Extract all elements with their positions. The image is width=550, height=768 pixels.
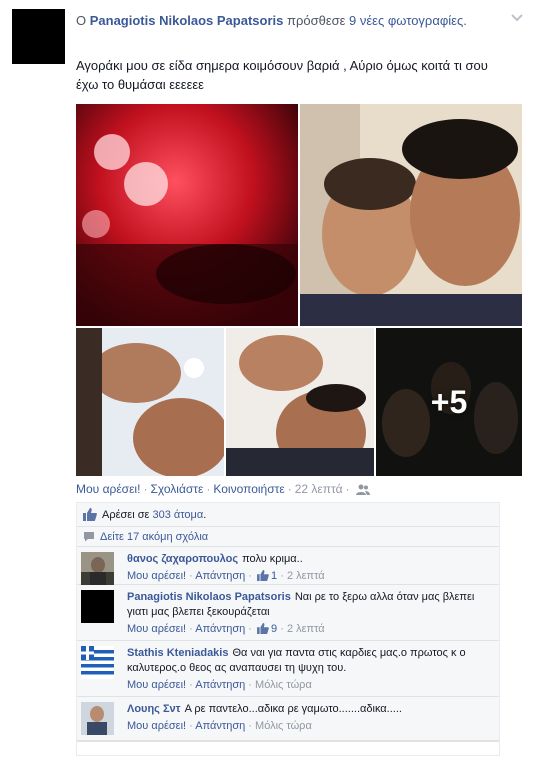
comment-likes-count[interactable]: 9 bbox=[271, 623, 277, 635]
write-comment-box[interactable] bbox=[77, 741, 499, 755]
comment-reply-link[interactable]: Απάντηση bbox=[195, 679, 245, 691]
commenter-avatar[interactable] bbox=[81, 590, 114, 623]
header-suffix: . bbox=[463, 13, 467, 28]
comment-text: πολυ κριμα.. bbox=[242, 553, 303, 565]
thumbs-up-icon[interactable] bbox=[257, 623, 269, 634]
photo-concert[interactable] bbox=[76, 104, 298, 326]
post-header: Ο Panagiotis Nikolaos Papatsoris πρόσθεσ… bbox=[76, 12, 496, 30]
comment-item: Stathis Kteniadakis Θα ναι για παντα στις… bbox=[77, 641, 499, 697]
commenter-avatar[interactable] bbox=[81, 702, 114, 735]
chevron-down-icon[interactable] bbox=[510, 12, 524, 24]
comment-item: Panagiotis Nikolaos Papatsoris Ναι ρε το … bbox=[77, 585, 499, 641]
audience-friends-icon[interactable] bbox=[355, 484, 370, 495]
like-link[interactable]: Μου αρέσει! bbox=[76, 482, 140, 496]
comment-time[interactable]: Μόλις τώρα bbox=[255, 679, 312, 691]
likes-prefix: Αρέσει σε bbox=[102, 508, 153, 521]
commenter-name-link[interactable]: Λουης Σντ bbox=[127, 703, 181, 715]
comment-reply-link[interactable]: Απάντηση bbox=[195, 623, 245, 635]
comment-like-link[interactable]: Μου αρέσει! bbox=[127, 623, 186, 635]
comment-time[interactable]: Μόλις τώρα bbox=[255, 720, 312, 732]
post-message: Αγοράκι μου σε είδα σημερα κοιμόσουν βαρ… bbox=[76, 58, 488, 92]
share-link[interactable]: Κοινοποιήστε bbox=[213, 482, 284, 496]
author-name-link[interactable]: Panagiotis Nikolaos Papatsoris bbox=[90, 13, 284, 28]
comment-link[interactable]: Σχολιάστε bbox=[150, 482, 203, 496]
comment-text: Α ρε παντελο...αδικα ρε γαμωτο.......αδι… bbox=[184, 703, 402, 715]
comment-reply-link[interactable]: Απάντηση bbox=[195, 720, 245, 732]
photo-selfie-2[interactable] bbox=[76, 328, 224, 476]
comment-item: Λουης Σντ Α ρε παντελο...αδικα ρε γαμωτο.… bbox=[77, 697, 499, 741]
comment-time[interactable]: 2 λεπτά bbox=[287, 570, 325, 582]
commenter-avatar[interactable] bbox=[81, 646, 114, 679]
separator: · bbox=[345, 482, 350, 496]
commenter-name-link[interactable]: Panagiotis Nikolaos Papatsoris bbox=[127, 591, 291, 603]
comment-likes-count[interactable]: 1 bbox=[271, 570, 277, 582]
comment-item: θανος ζαχαροπουλος πολυ κριμα.. Μου αρέσε… bbox=[77, 547, 499, 585]
likes-summary: Αρέσει σε 303 άτομα. bbox=[77, 503, 499, 527]
commenter-name-link[interactable]: θανος ζαχαροπουλος bbox=[127, 553, 238, 565]
post-time[interactable]: 22 λεπτά bbox=[295, 482, 343, 496]
thumbs-up-icon[interactable] bbox=[257, 570, 269, 581]
header-prefix: Ο bbox=[76, 13, 90, 28]
photos-count-link[interactable]: 9 νέες φωτογραφίες bbox=[349, 13, 463, 28]
separator: · bbox=[143, 482, 148, 496]
comment-reply-link[interactable]: Απάντηση bbox=[195, 570, 245, 582]
likes-suffix: . bbox=[203, 508, 207, 521]
separator: · bbox=[206, 482, 211, 496]
commenter-name-link[interactable]: Stathis Kteniadakis bbox=[127, 647, 228, 659]
likes-count-link[interactable]: 303 άτομα bbox=[152, 509, 203, 521]
photo-more[interactable]: +5 bbox=[376, 328, 522, 476]
post-actions: Μου αρέσει! · Σχολιάστε · Κοινοποιήστε · 22 λε… bbox=[76, 482, 370, 496]
feedback-box: Αρέσει σε 303 άτομα. Δείτε 17 ακόμη σχόλ… bbox=[76, 502, 500, 756]
photo-selfie-3[interactable] bbox=[226, 328, 374, 476]
comment-like-link[interactable]: Μου αρέσει! bbox=[127, 570, 186, 582]
comment-like-link[interactable]: Μου αρέσει! bbox=[127, 679, 186, 691]
header-action: πρόσθεσε bbox=[283, 13, 350, 28]
photo-selfie-1[interactable] bbox=[300, 104, 522, 326]
thumbs-up-icon bbox=[83, 508, 97, 521]
comment-like-link[interactable]: Μου αρέσει! bbox=[127, 720, 186, 732]
separator: · bbox=[287, 482, 292, 496]
commenter-avatar[interactable] bbox=[81, 552, 114, 585]
comment-bubble-icon bbox=[84, 532, 94, 542]
more-photos-count: +5 bbox=[430, 383, 468, 420]
author-avatar[interactable] bbox=[12, 9, 65, 64]
view-more-comments[interactable]: Δείτε 17 ακόμη σχόλια bbox=[77, 527, 499, 547]
comment-time[interactable]: 2 λεπτά bbox=[287, 623, 325, 635]
view-more-comments-link[interactable]: Δείτε 17 ακόμη σχόλια bbox=[100, 531, 208, 543]
